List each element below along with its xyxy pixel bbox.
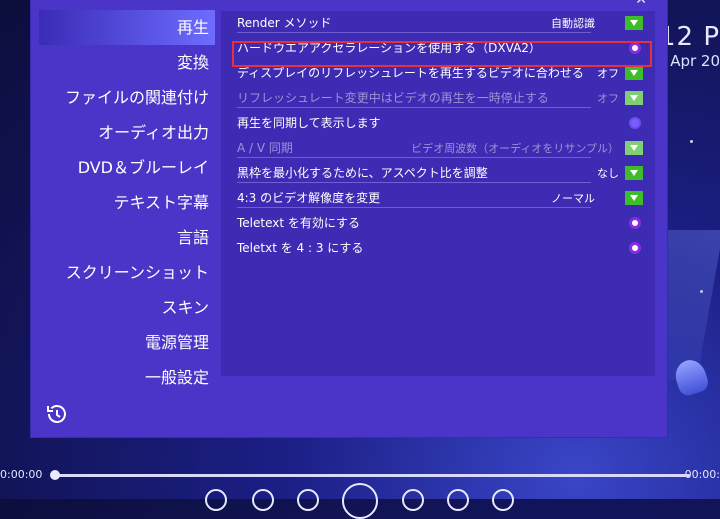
sidebar-item-dvd-bluray[interactable]: DVD＆ブルーレイ xyxy=(39,150,215,185)
dropdown-button[interactable] xyxy=(625,16,643,30)
setting-label: Teletxt を 4 : 3 にする xyxy=(237,241,364,255)
sidebar-item-subtitles[interactable]: テキスト字幕 xyxy=(39,185,215,220)
dropdown-button[interactable] xyxy=(625,66,643,80)
forward-button[interactable] xyxy=(402,489,424,511)
setting-value: ノーマル xyxy=(551,192,595,205)
setting-row-hardware-acceleration: ハードウエアアクセラレーションを使用する（DXVA2） xyxy=(221,36,655,61)
setting-row-aspect-ratio: 黒枠を最小化するために、アスペクト比を調整 なし xyxy=(221,161,655,186)
sidebar-item-playback[interactable]: 再生 xyxy=(39,10,215,45)
settings-panel: ✕ 再生 変換 ファイルの関連付け オーディオ出力 DVD＆ブルーレイ テキスト… xyxy=(31,0,667,437)
stop-button[interactable] xyxy=(205,489,227,511)
setting-label: Render メソッド xyxy=(237,16,332,30)
setting-row-pause-on-refresh: リフレッシュレート変更中はビデオの再生を一時停止する オフ xyxy=(221,86,655,111)
setting-label: 黒枠を最小化するために、アスペクト比を調整 xyxy=(237,166,488,180)
divider xyxy=(237,207,591,208)
play-button[interactable] xyxy=(342,483,378,519)
current-time: 0:00:00 xyxy=(0,468,43,481)
star xyxy=(690,140,693,143)
setting-row-sync-display: 再生を同期して表示します xyxy=(221,111,655,136)
dropdown-button[interactable] xyxy=(625,166,643,180)
radio-button[interactable] xyxy=(629,217,641,229)
divider xyxy=(237,107,591,108)
sidebar-item-audio-output[interactable]: オーディオ出力 xyxy=(39,115,215,150)
setting-row-render-method: Render メソッド 自動認識 xyxy=(221,11,655,36)
sidebar-item-skin[interactable]: スキン xyxy=(39,290,215,325)
radio-button-selected[interactable] xyxy=(629,117,641,129)
setting-label: ディスプレイのリフレッシュレートを再生するビデオに合わせる xyxy=(237,66,584,80)
sidebar-item-file-association[interactable]: ファイルの関連付け xyxy=(39,80,215,115)
dropdown-button[interactable] xyxy=(625,141,643,155)
seek-handle[interactable] xyxy=(50,470,60,480)
rewind-button[interactable] xyxy=(297,489,319,511)
sidebar-item-conversion[interactable]: 変換 xyxy=(39,45,215,80)
radio-button[interactable] xyxy=(629,42,641,54)
setting-label: Teletext を有効にする xyxy=(237,216,361,230)
setting-value: なし xyxy=(597,167,619,180)
desktop-date: Apr 20 xyxy=(670,52,720,70)
setting-value: オフ xyxy=(597,92,619,105)
setting-label: 4:3 のビデオ解像度を変更 xyxy=(237,191,381,205)
setting-label: リフレッシュレート変更中はビデオの再生を一時停止する xyxy=(237,91,549,105)
settings-sidebar: 再生 変換 ファイルの関連付け オーディオ出力 DVD＆ブルーレイ テキスト字幕… xyxy=(39,10,215,395)
previous-button[interactable] xyxy=(252,489,274,511)
radio-button[interactable] xyxy=(629,242,641,254)
dropdown-button[interactable] xyxy=(625,191,643,205)
setting-label: 再生を同期して表示します xyxy=(237,116,381,130)
sidebar-item-screenshot[interactable]: スクリーンショット xyxy=(39,255,215,290)
desktop-clock: 12 P xyxy=(658,22,720,52)
divider xyxy=(237,182,591,183)
close-icon[interactable]: ✕ xyxy=(635,0,647,8)
sidebar-item-language[interactable]: 言語 xyxy=(39,220,215,255)
sidebar-item-general[interactable]: 一般設定 xyxy=(39,360,215,395)
setting-row-43-resolution: 4:3 のビデオ解像度を変更 ノーマル xyxy=(221,186,655,211)
setting-label: ハードウエアアクセラレーションを使用する（DXVA2） xyxy=(237,41,541,55)
playback-settings-list: Render メソッド 自動認識 ハードウエアアクセラレーションを使用する（DX… xyxy=(221,11,655,376)
divider xyxy=(237,32,591,33)
setting-label: A / V 同期 xyxy=(237,141,293,155)
setting-row-refresh-match: ディスプレイのリフレッシュレートを再生するビデオに合わせる オフ xyxy=(221,61,655,86)
sidebar-item-power[interactable]: 電源管理 xyxy=(39,325,215,360)
setting-row-av-sync: A / V 同期 ビデオ周波数（オーディオをリサンプル） xyxy=(221,136,655,161)
next-button[interactable] xyxy=(447,489,469,511)
dropdown-button[interactable] xyxy=(625,91,643,105)
eject-button[interactable] xyxy=(492,489,514,511)
setting-value: オフ xyxy=(597,67,619,80)
setting-value: ビデオ周波数（オーディオをリサンプル） xyxy=(411,142,619,155)
seek-bar[interactable] xyxy=(55,474,690,477)
setting-row-teletext-43: Teletxt を 4 : 3 にする xyxy=(221,236,655,261)
history-icon[interactable] xyxy=(45,402,69,426)
setting-row-teletext-enable: Teletext を有効にする xyxy=(221,211,655,236)
setting-value: 自動認識 xyxy=(551,17,595,30)
